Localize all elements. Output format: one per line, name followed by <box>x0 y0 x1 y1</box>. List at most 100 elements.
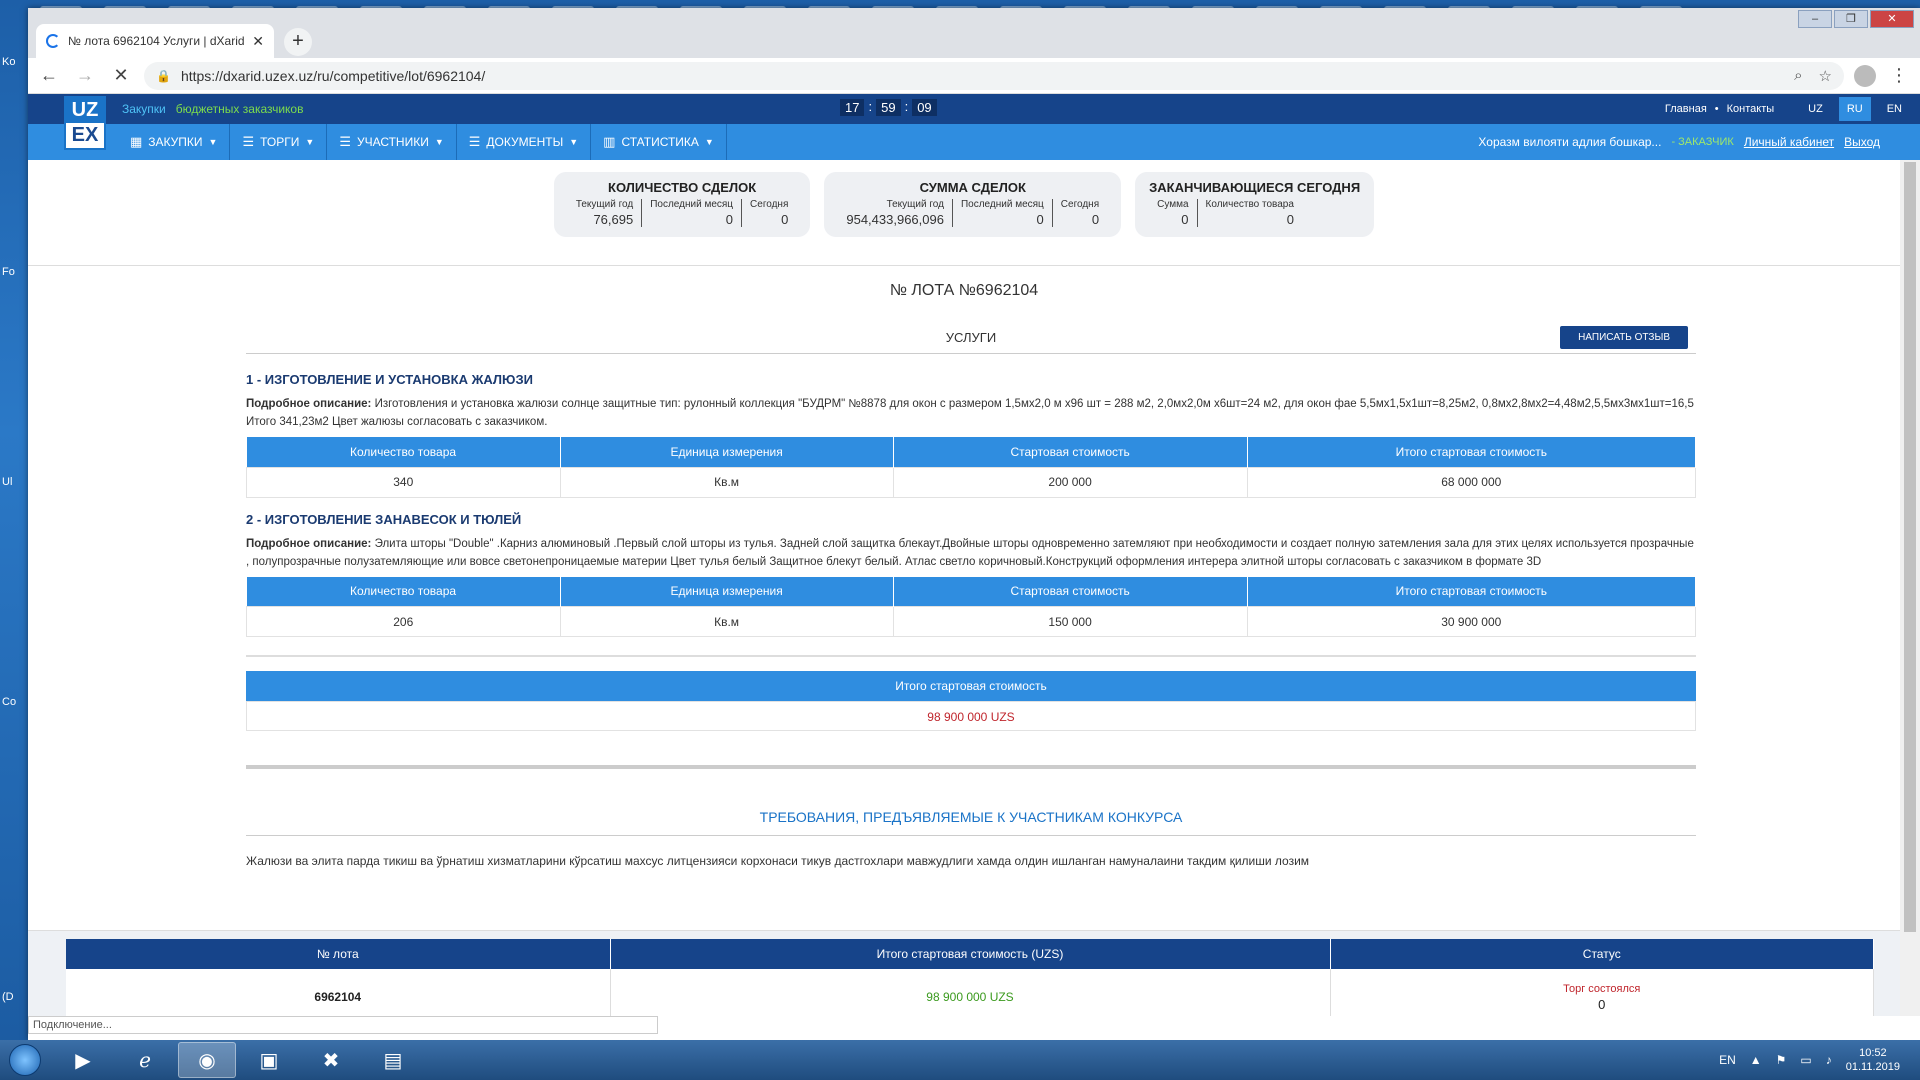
nav-purchases[interactable]: ▦ ЗАКУПКИ ▼ <box>118 124 231 160</box>
description-text: Элита шторы "Double" .Карниз алюминовый … <box>246 537 1694 568</box>
network-icon[interactable]: ▭ <box>1800 1053 1811 1067</box>
item-quantity: 340 <box>246 466 561 498</box>
grid-icon: ▦ <box>130 134 143 149</box>
stat-title: КОЛИЧЕСТВО СДЕЛОК <box>608 180 757 195</box>
clock-minutes: 59 <box>876 99 901 116</box>
tray-expand-icon[interactable]: ▲ <box>1750 1053 1762 1067</box>
list-icon: ☰ <box>242 134 255 149</box>
stat-deals-sum: СУММА СДЕЛОК Текущий год 954,433,966,096 … <box>824 172 1122 237</box>
desktop-label: Fo <box>2 266 15 278</box>
stop-loading-icon[interactable]: ✕ <box>108 65 134 86</box>
chevron-down-icon: ▼ <box>434 137 444 147</box>
url-text[interactable]: https://dxarid.uzex.uz/ru/competitive/lo… <box>181 68 485 84</box>
column-header: Стартовая стоимость <box>893 437 1248 467</box>
home-link[interactable]: Главная <box>1665 103 1707 115</box>
nav-participants[interactable]: ☰ УЧАСТНИКИ ▼ <box>327 124 457 160</box>
stat-ending-today: ЗАКАНЧИВАЮЩИЕСЯ СЕГОДНЯ Сумма 0 Количеств… <box>1135 172 1375 237</box>
nav-auctions[interactable]: ☰ ТОРГИ ▼ <box>230 124 328 160</box>
page-scrollbar[interactable] <box>1900 160 1920 1016</box>
total-value: 98 900 000 UZS <box>246 701 1696 731</box>
media-player-icon[interactable]: ▶ <box>54 1042 112 1078</box>
back-arrow-icon[interactable]: ← <box>36 65 62 86</box>
address-bar[interactable]: 🔒 https://dxarid.uzex.uz/ru/competitive/… <box>144 61 1844 90</box>
requirements-text: Жалюзи ва элита парда тикиш ва ўрнатиш х… <box>246 854 1310 868</box>
nav-documents[interactable]: ☰ ДОКУМЕНТЫ ▼ <box>457 124 592 160</box>
volume-icon[interactable]: ♪ <box>1826 1053 1832 1067</box>
stat-label: Последний месяц <box>960 199 1044 210</box>
lang-uz-button[interactable]: UZ <box>1800 97 1831 121</box>
excel-icon[interactable]: ✖ <box>302 1042 360 1078</box>
lot-summary-panel: № лота Итого стартовая стоимость (UZS) С… <box>28 930 1900 1016</box>
tab-strip: № лота 6962104 Услуги | dXarid ✕ + – ❐ ✕ <box>28 8 1920 58</box>
folder-icon[interactable]: ▤ <box>364 1042 422 1078</box>
start-button[interactable] <box>0 1040 50 1080</box>
column-header: Единица измерения <box>560 576 894 607</box>
stat-value: 76,695 <box>593 212 634 227</box>
stat-value: 0 <box>1036 212 1044 227</box>
description-label: Подробное описание: <box>246 398 372 410</box>
profile-avatar-icon[interactable] <box>1854 64 1876 87</box>
summary-status: Торг состоялся 0 <box>1330 969 1874 1016</box>
input-language[interactable]: EN <box>1719 1053 1736 1067</box>
browser-menu-icon[interactable]: ⋮ <box>1886 65 1912 86</box>
stat-value: 0 <box>1181 212 1189 227</box>
column-header: Итого стартовая стоимость (UZS) <box>610 939 1331 969</box>
window-controls: – ❐ ✕ <box>1798 10 1914 28</box>
nav-label: ЗАКУПКИ <box>148 135 203 149</box>
clock-seconds: 09 <box>912 99 937 116</box>
logo-bottom-text: EX <box>66 123 104 148</box>
list-icon: ☰ <box>468 134 481 149</box>
loading-spinner-icon <box>46 34 60 48</box>
divider <box>28 265 1920 266</box>
subnav-budget-customers-link[interactable]: бюджетных заказчиков <box>176 102 304 116</box>
subnav-procurement-link[interactable]: Закупки <box>122 102 166 116</box>
lang-en-button[interactable]: EN <box>1879 97 1910 121</box>
item-start-price: 200 000 <box>892 466 1248 498</box>
stat-label: Сумма <box>1157 199 1189 210</box>
close-icon[interactable]: ✕ <box>252 33 264 50</box>
desktop-label: Ko <box>2 56 16 68</box>
personal-cabinet-link[interactable]: Личный кабинет <box>1744 135 1834 149</box>
clock-hours: 17 <box>840 99 865 116</box>
main-navigation: ▦ ЗАКУПКИ ▼ ☰ ТОРГИ ▼ ☰ УЧАСТНИКИ ▼ ☰ ДО… <box>28 124 1920 160</box>
desktop-label: (D <box>2 991 14 1003</box>
internet-explorer-icon[interactable]: ℯ <box>116 1042 174 1078</box>
browser-status-bar: Подключение... <box>28 1016 658 1034</box>
action-center-flag-icon[interactable]: ⚑ <box>1776 1053 1787 1067</box>
contacts-link[interactable]: Контакты <box>1727 103 1775 115</box>
divider <box>246 765 1696 769</box>
nav-label: ДОКУМЕНТЫ <box>486 135 564 149</box>
lot-summary-table: № лота Итого стартовая стоимость (UZS) С… <box>66 939 1874 1016</box>
item-start-price: 150 000 <box>892 606 1248 637</box>
desktop-label: Co <box>2 696 17 708</box>
chevron-down-icon: ▼ <box>704 137 714 147</box>
column-header: № лота <box>66 939 611 969</box>
window-close-button[interactable]: ✕ <box>1870 10 1914 28</box>
browser-tab[interactable]: № лота 6962104 Услуги | dXarid ✕ <box>36 24 274 58</box>
maximize-button[interactable]: ❐ <box>1834 10 1868 28</box>
write-review-button[interactable]: НАПИСАТЬ ОТЗЫВ <box>1560 326 1688 349</box>
logout-link[interactable]: Выход <box>1844 135 1880 149</box>
table-row: 6962104 98 900 000 UZS Торг состоялся 0 <box>66 969 1874 1016</box>
floppy-app-icon[interactable]: ▣ <box>240 1042 298 1078</box>
chrome-icon[interactable]: ◉ <box>178 1042 236 1078</box>
summary-lot-number: 6962104 <box>66 969 611 1016</box>
zoom-icon[interactable]: ⌕ <box>1794 67 1802 85</box>
new-tab-button[interactable]: + <box>284 28 312 56</box>
item-table: Количество товара Единица измерения Стар… <box>246 437 1697 498</box>
forward-arrow-icon[interactable]: → <box>72 65 98 86</box>
minimize-button[interactable]: – <box>1798 10 1832 28</box>
taskbar-time: 10:52 <box>1859 1047 1887 1059</box>
lang-ru-button[interactable]: RU <box>1838 97 1871 121</box>
nav-label: ТОРГИ <box>260 135 300 149</box>
stat-deals-count: КОЛИЧЕСТВО СДЕЛОК Текущий год 76,695 Посл… <box>553 172 811 237</box>
tab-title: № лота 6962104 Услуги | dXarid <box>68 34 245 48</box>
list-icon: ☰ <box>339 134 351 149</box>
uzex-logo[interactable]: UZ EX <box>64 96 106 150</box>
bookmark-star-icon[interactable]: ☆ <box>1819 67 1832 85</box>
lot-title: № ЛОТА №6962104 <box>889 282 1039 299</box>
nav-statistics[interactable]: ▥ СТАТИСТИКА ▼ <box>591 124 727 160</box>
stat-label: Текущий год <box>886 199 944 210</box>
scrollbar-thumb[interactable] <box>1904 162 1916 932</box>
taskbar-clock[interactable]: 10:52 01.11.2019 <box>1846 1046 1900 1074</box>
